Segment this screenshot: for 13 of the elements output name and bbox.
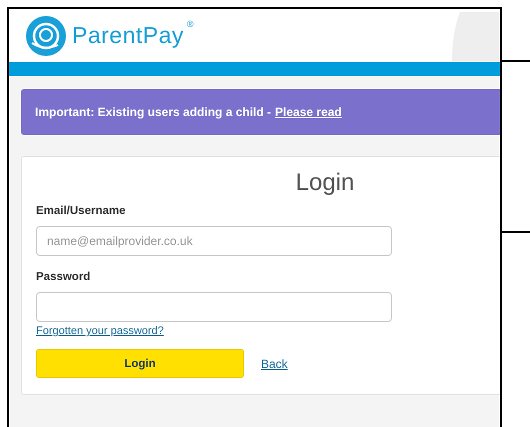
logo-icon: [24, 14, 69, 56]
password-field[interactable]: [36, 292, 392, 322]
registered-mark: ®: [186, 18, 194, 28]
brand-name: ParentPay: [72, 22, 184, 49]
email-field[interactable]: name@emailprovider.co.uk: [36, 226, 392, 256]
login-title: Login: [294, 169, 356, 197]
please-read-link[interactable]: Please read: [275, 105, 342, 119]
field-label: Password: [36, 271, 92, 283]
login-button[interactable]: Login: [36, 349, 244, 378]
forgot-password-link[interactable]: Forgotten your password?: [36, 325, 164, 337]
field-label: Email/Username: [36, 205, 126, 217]
notice-text: Important: Existing users adding a child -: [35, 105, 272, 119]
back-link[interactable]: Back: [261, 356, 288, 370]
